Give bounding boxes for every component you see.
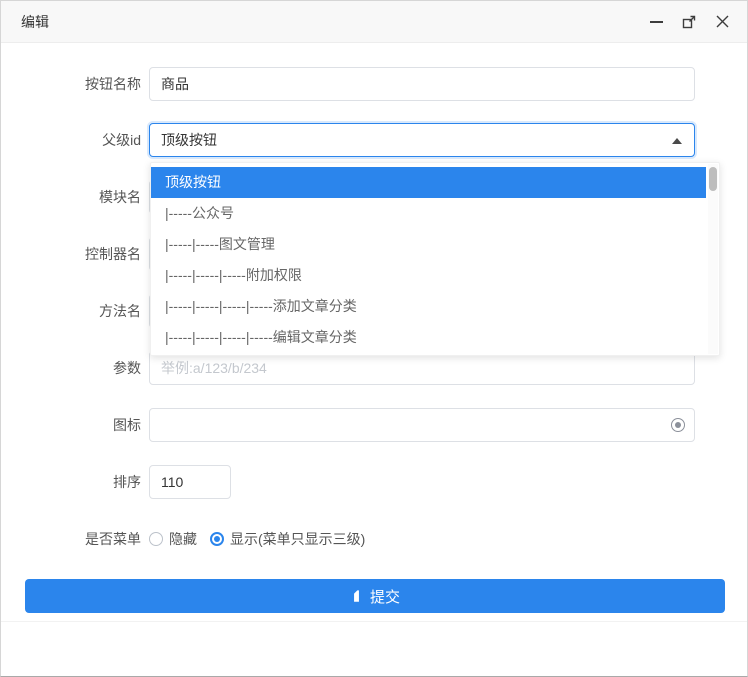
method-name-label: 方法名 bbox=[1, 294, 141, 328]
radio-unchecked-icon[interactable] bbox=[149, 532, 163, 546]
form-row-sort: 排序 bbox=[1, 465, 721, 499]
parent-id-select[interactable]: 顶级按钮 bbox=[149, 123, 695, 157]
submit-button[interactable]: 提交 bbox=[25, 579, 725, 613]
parent-id-dropdown-panel: 顶级按钮 |-----公众号 |-----|-----图文管理 |-----|-… bbox=[150, 162, 720, 356]
icon-input[interactable] bbox=[149, 408, 695, 442]
button-name-label: 按钮名称 bbox=[1, 67, 141, 101]
dropdown-option[interactable]: |-----|-----|-----|-----编辑文章分类 bbox=[151, 322, 706, 353]
sort-input[interactable] bbox=[149, 465, 231, 499]
icon-label: 图标 bbox=[1, 408, 141, 442]
radio-show[interactable]: 显示(菜单只显示三级) bbox=[210, 529, 365, 549]
controller-name-label: 控制器名 bbox=[1, 237, 141, 271]
maximize-icon bbox=[682, 14, 697, 29]
close-button[interactable] bbox=[713, 13, 731, 31]
maximize-button[interactable] bbox=[680, 13, 698, 31]
dropdown-option[interactable]: |-----|-----图文管理 bbox=[151, 229, 706, 260]
submit-button-label: 提交 bbox=[370, 586, 400, 607]
form-row-is-menu: 是否菜单 隐藏 显示(菜单只显示三级) bbox=[1, 522, 721, 556]
pen-icon bbox=[350, 589, 363, 603]
dialog-title: 编辑 bbox=[21, 12, 49, 32]
edit-dialog: 编辑 按钮名称 父级id bbox=[0, 0, 748, 677]
params-label: 参数 bbox=[1, 351, 141, 385]
form-row-icon: 图标 bbox=[1, 408, 721, 442]
parent-id-label: 父级id bbox=[1, 123, 141, 157]
radio-checked-icon[interactable] bbox=[210, 532, 224, 546]
minimize-button[interactable] bbox=[647, 13, 665, 31]
dropdown-scrollbar-track[interactable] bbox=[708, 164, 718, 354]
form-row-button-name: 按钮名称 bbox=[1, 67, 721, 101]
radio-hide-label: 隐藏 bbox=[169, 529, 197, 549]
button-name-input[interactable] bbox=[149, 67, 695, 101]
dropdown-list: 顶级按钮 |-----公众号 |-----|-----图文管理 |-----|-… bbox=[151, 163, 719, 357]
is-menu-label: 是否菜单 bbox=[1, 522, 141, 556]
minimize-icon bbox=[650, 21, 663, 23]
dropdown-scrollbar-thumb[interactable] bbox=[709, 167, 717, 191]
dropdown-option[interactable]: |-----|-----|-----附加权限 bbox=[151, 260, 706, 291]
module-name-label: 模块名 bbox=[1, 180, 141, 214]
dropdown-option[interactable]: 顶级按钮 bbox=[151, 167, 706, 198]
window-controls bbox=[647, 13, 731, 31]
dropdown-option[interactable]: |-----公众号 bbox=[151, 198, 706, 229]
form-row-parent-id: 父级id 顶级按钮 bbox=[1, 123, 721, 157]
titlebar: 编辑 bbox=[1, 1, 747, 43]
caret-up-icon bbox=[672, 138, 682, 144]
icon-picker-dot-icon[interactable] bbox=[671, 418, 685, 432]
content-bottom-divider bbox=[1, 621, 747, 622]
parent-id-selected-value: 顶级按钮 bbox=[161, 130, 217, 150]
dropdown-option[interactable]: |-----|-----|-----|-----添加文章分类 bbox=[151, 291, 706, 322]
sort-label: 排序 bbox=[1, 465, 141, 499]
radio-hide[interactable]: 隐藏 bbox=[149, 529, 197, 549]
close-icon bbox=[716, 15, 729, 28]
radio-show-label: 显示(菜单只显示三级) bbox=[230, 529, 365, 549]
